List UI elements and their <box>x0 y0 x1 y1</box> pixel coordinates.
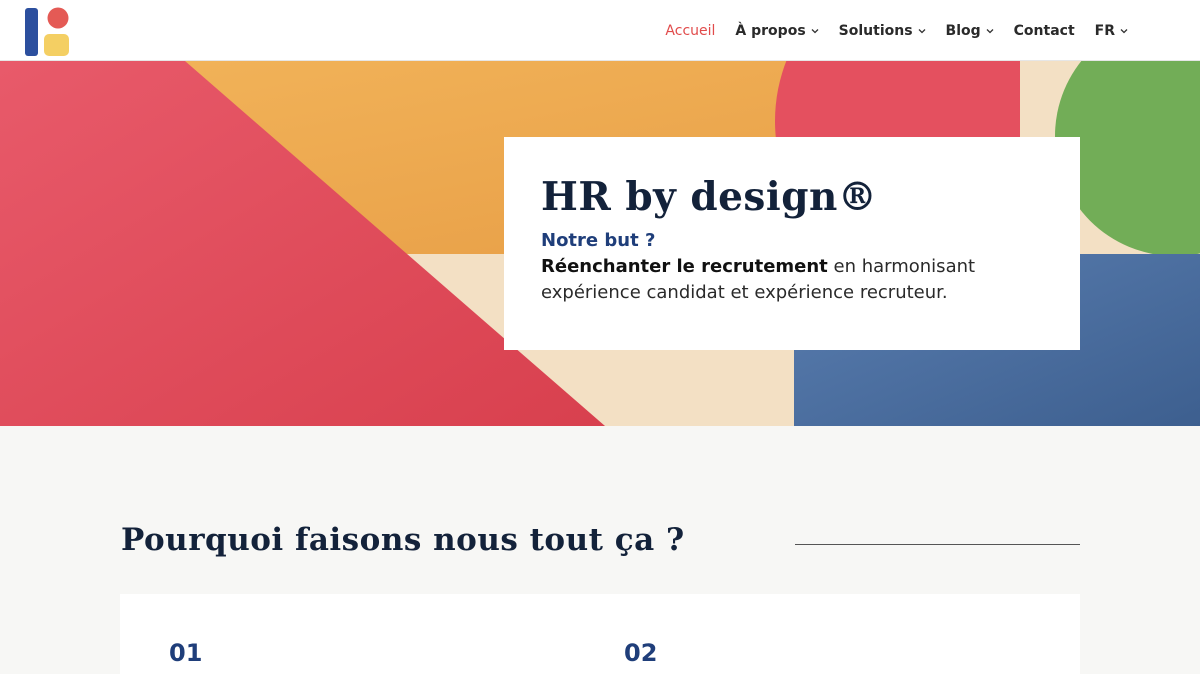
hero-banner: HR by design® Notre but ? Réenchanter le… <box>0 61 1200 426</box>
nav-label: À propos <box>735 22 806 39</box>
card-number: 01 <box>169 639 203 667</box>
nav-label: Contact <box>1013 22 1075 39</box>
hero-subtitle: Notre but ? <box>541 229 656 251</box>
card-number: 02 <box>624 639 658 667</box>
chevron-down-icon <box>918 28 926 33</box>
chevron-down-icon <box>986 28 994 33</box>
nav-label: Accueil <box>665 22 716 39</box>
nav-item-solutions[interactable]: Solutions <box>839 23 926 39</box>
nav-item-accueil[interactable]: Accueil <box>665 23 715 39</box>
brand-logo-icon[interactable] <box>25 7 69 57</box>
chevron-down-icon <box>1120 28 1128 33</box>
nav-label: Solutions <box>838 22 913 39</box>
chevron-down-icon <box>811 28 819 33</box>
hero-card: HR by design® Notre but ? Réenchanter le… <box>504 137 1080 350</box>
nav-item-blog[interactable]: Blog <box>946 23 994 39</box>
site-header: Accueil À propos Solutions Blog Contact … <box>0 0 1200 61</box>
nav-item-a-propos[interactable]: À propos <box>735 22 819 39</box>
hero-description: Réenchanter le recrutement en harmonisan… <box>541 254 1011 306</box>
language-selector[interactable]: FR <box>1095 23 1128 39</box>
nav-item-contact[interactable]: Contact <box>1014 23 1075 39</box>
hero-text-bold: Réenchanter le recrutement <box>541 255 828 277</box>
nav-label: FR <box>1094 22 1115 39</box>
reasons-cards: 01 02 <box>120 594 1080 674</box>
main-nav: Accueil À propos Solutions Blog Contact … <box>665 0 1128 61</box>
section-divider <box>795 544 1080 545</box>
nav-label: Blog <box>945 22 981 39</box>
section-title: Pourquoi faisons nous tout ça ? <box>121 522 685 558</box>
hero-title: HR by design® <box>541 174 878 220</box>
